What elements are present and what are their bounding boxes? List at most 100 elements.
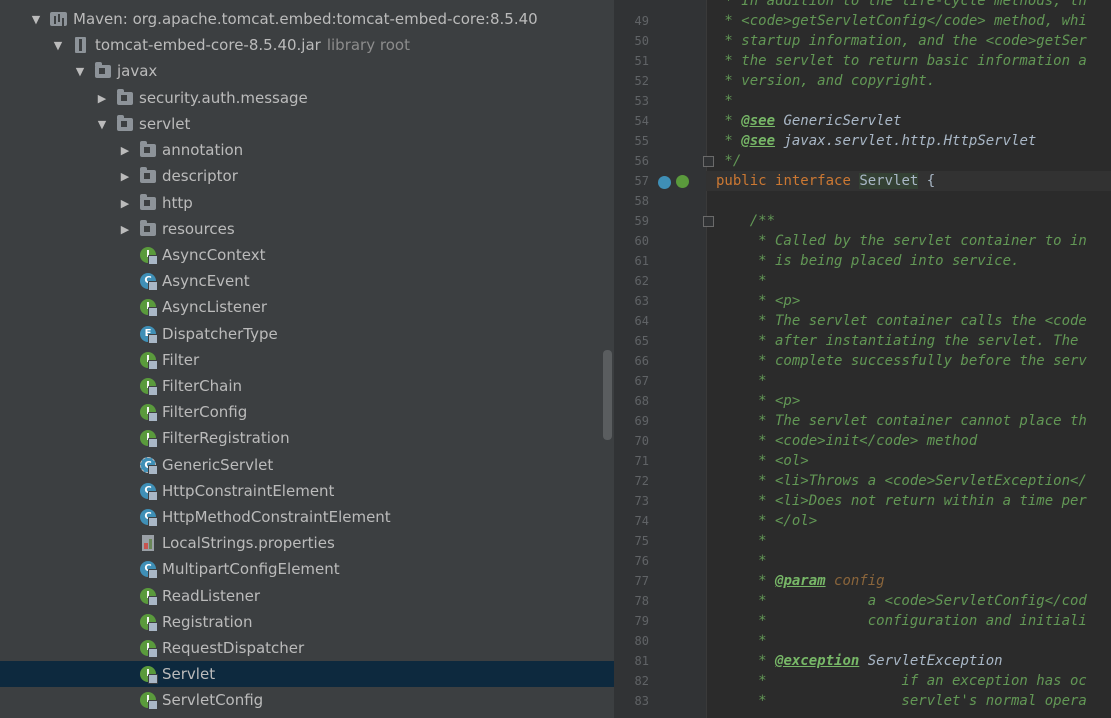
code-line[interactable]: * a <code>ServletConfig</cod xyxy=(716,591,1087,611)
line-number: 64 xyxy=(634,314,649,328)
code-line[interactable]: * <li>Throws a <code>ServletException</ xyxy=(716,471,1087,491)
tree-item-label: FilterRegistration xyxy=(162,429,290,448)
code-line[interactable]: * after instantiating the servlet. The xyxy=(716,331,1087,351)
tree-item-security[interactable]: ▶ security.auth.message xyxy=(0,85,614,111)
tree-item-descriptor[interactable]: ▶ descriptor xyxy=(0,163,614,189)
tree-item-class[interactable]: IServlet xyxy=(0,661,614,688)
code-line[interactable]: * servlet's normal opera xyxy=(716,691,1087,711)
tree-item-class[interactable]: IReadListener xyxy=(0,583,614,609)
expand-arrow-icon[interactable]: ▼ xyxy=(94,118,110,131)
package-icon xyxy=(94,62,112,80)
tree-item-class[interactable]: CHttpConstraintElement xyxy=(0,478,614,504)
package-icon xyxy=(139,167,157,185)
code-line[interactable]: * xyxy=(716,551,766,571)
tree-item-class[interactable]: IRequestDispatcher xyxy=(0,635,614,661)
expand-arrow-icon[interactable]: ▼ xyxy=(72,65,88,78)
code-line[interactable]: * @see GenericServlet xyxy=(716,111,901,131)
tree-item-class[interactable]: CMultipartConfigElement xyxy=(0,556,614,582)
code-line[interactable]: * The servlet container calls the <code xyxy=(716,311,1087,331)
tree-item-javax[interactable]: ▼ javax xyxy=(0,58,614,84)
package-icon xyxy=(139,141,157,159)
fold-marker-icon[interactable] xyxy=(703,216,714,227)
code-line[interactable]: public interface Servlet { xyxy=(706,171,1111,191)
tree-item-jar[interactable]: ▼ tomcat-embed-core-8.5.40.jar library r… xyxy=(0,32,614,58)
collapse-arrow-icon[interactable]: ▶ xyxy=(94,92,110,105)
code-line[interactable]: * The servlet container cannot place th xyxy=(716,411,1087,431)
expand-arrow-icon[interactable]: ▼ xyxy=(50,39,66,52)
tree-item-class[interactable]: IAsyncContext xyxy=(0,242,614,268)
tree-item-servlet-package[interactable]: ▼ servlet xyxy=(0,111,614,137)
tree-item-maven-library[interactable]: ▼ Maven: org.apache.tomcat.embed:tomcat-… xyxy=(0,6,614,32)
tree-item-class[interactable]: LocalStrings.properties xyxy=(0,530,614,556)
tree-item-class[interactable]: IAsyncListener xyxy=(0,294,614,320)
tree-item-label: GenericServlet xyxy=(162,455,274,474)
tree-item-class[interactable]: IServletConfig xyxy=(0,687,614,713)
collapse-arrow-icon[interactable]: ▶ xyxy=(117,223,133,236)
fold-marker-icon[interactable] xyxy=(703,156,714,167)
tree-item-class[interactable]: IFilterChain xyxy=(0,373,614,399)
tree-item-label: DispatcherType xyxy=(162,324,278,343)
line-number: 69 xyxy=(634,414,649,428)
class-icon: C xyxy=(139,272,158,292)
line-number: 49 xyxy=(634,14,649,28)
code-line[interactable]: * version, and copyright. xyxy=(716,71,935,91)
code-line[interactable]: * <p> xyxy=(716,391,800,411)
package-icon xyxy=(139,194,157,212)
collapse-arrow-icon[interactable]: ▶ xyxy=(117,170,133,183)
code-line[interactable]: * In addition to the life-cycle methods,… xyxy=(716,0,1086,11)
code-line[interactable]: * <ol> xyxy=(716,451,809,471)
tree-item-http[interactable]: ▶ http xyxy=(0,190,614,216)
line-number: 66 xyxy=(634,354,649,368)
code-line[interactable]: */ xyxy=(716,151,741,171)
code-line[interactable]: * Called by the servlet container to in xyxy=(716,231,1087,251)
tree-item-class[interactable]: EDispatcherType xyxy=(0,321,614,347)
tree-item-class[interactable]: CHttpMethodConstraintElement xyxy=(0,504,614,530)
tree-scrollbar[interactable] xyxy=(603,350,612,440)
tree-item-class[interactable]: CGenericServlet xyxy=(0,452,614,478)
code-line[interactable]: * xyxy=(716,91,732,111)
implemented-icon[interactable] xyxy=(658,176,671,189)
code-line[interactable]: * </ol> xyxy=(716,511,817,531)
interface-icon: I xyxy=(139,639,158,658)
tree-item-resources[interactable]: ▶ resources xyxy=(0,216,614,242)
code-line[interactable]: * <p> xyxy=(716,291,800,311)
code-line[interactable]: * the servlet to return basic informatio… xyxy=(716,51,1086,71)
tree-item-label: resources xyxy=(162,220,235,238)
tree-item-label: MultipartConfigElement xyxy=(162,560,340,579)
code-line[interactable]: * xyxy=(716,271,766,291)
code-line[interactable]: * @param config xyxy=(716,571,884,591)
tree-item-class[interactable]: CAsyncEvent xyxy=(0,268,614,294)
code-line[interactable]: * xyxy=(716,531,766,551)
code-line[interactable]: * xyxy=(716,631,766,651)
code-editor[interactable]: 49 50 51 52 53 54 55 56 57 58 59 60 61 62 63 64 65 66 67 68… xyxy=(614,0,1111,718)
expand-arrow-icon[interactable]: ▼ xyxy=(28,13,44,26)
line-number: 52 xyxy=(634,74,649,88)
code-line[interactable]: * <li>Does not return within a time per xyxy=(716,491,1087,511)
code-line[interactable]: * is being placed into service. xyxy=(716,251,1019,271)
project-tree[interactable]: ▼ Maven: org.apache.tomcat.embed:tomcat-… xyxy=(0,0,614,718)
code-line[interactable]: /** xyxy=(716,211,775,231)
library-icon xyxy=(50,10,68,28)
collapse-arrow-icon[interactable]: ▶ xyxy=(117,197,133,210)
tree-item-label: ReadListener xyxy=(162,586,261,605)
code-line[interactable]: * xyxy=(716,371,766,391)
tree-item-class[interactable]: IFilterConfig xyxy=(0,399,614,425)
line-number: 71 xyxy=(634,454,649,468)
tree-item-label: servlet xyxy=(139,115,191,133)
code-line[interactable]: * <code>init</code> method xyxy=(716,431,977,451)
tree-item-class[interactable]: IRegistration xyxy=(0,609,614,635)
code-line[interactable]: * complete successfully before the serv xyxy=(716,351,1087,371)
code-line[interactable]: * startup information, and the <code>get… xyxy=(716,31,1086,51)
tree-item-class[interactable]: IFilter xyxy=(0,347,614,373)
overrides-icon[interactable] xyxy=(676,175,689,188)
code-line[interactable]: * <code>getServletConfig</code> method, … xyxy=(716,11,1086,31)
code-line[interactable]: * configuration and initiali xyxy=(716,611,1087,631)
tree-item-annotation[interactable]: ▶ annotation xyxy=(0,137,614,163)
code-line[interactable]: * @exception ServletException xyxy=(716,651,1002,671)
collapse-arrow-icon[interactable]: ▶ xyxy=(117,144,133,157)
code-line[interactable]: * if an exception has oc xyxy=(716,671,1087,691)
code-line[interactable]: * @see javax.servlet.http.HttpServlet xyxy=(716,131,1036,151)
tree-item-label: ServletConfig xyxy=(162,691,264,710)
tree-item-class[interactable]: IFilterRegistration xyxy=(0,425,614,451)
line-number: 75 xyxy=(634,534,649,548)
